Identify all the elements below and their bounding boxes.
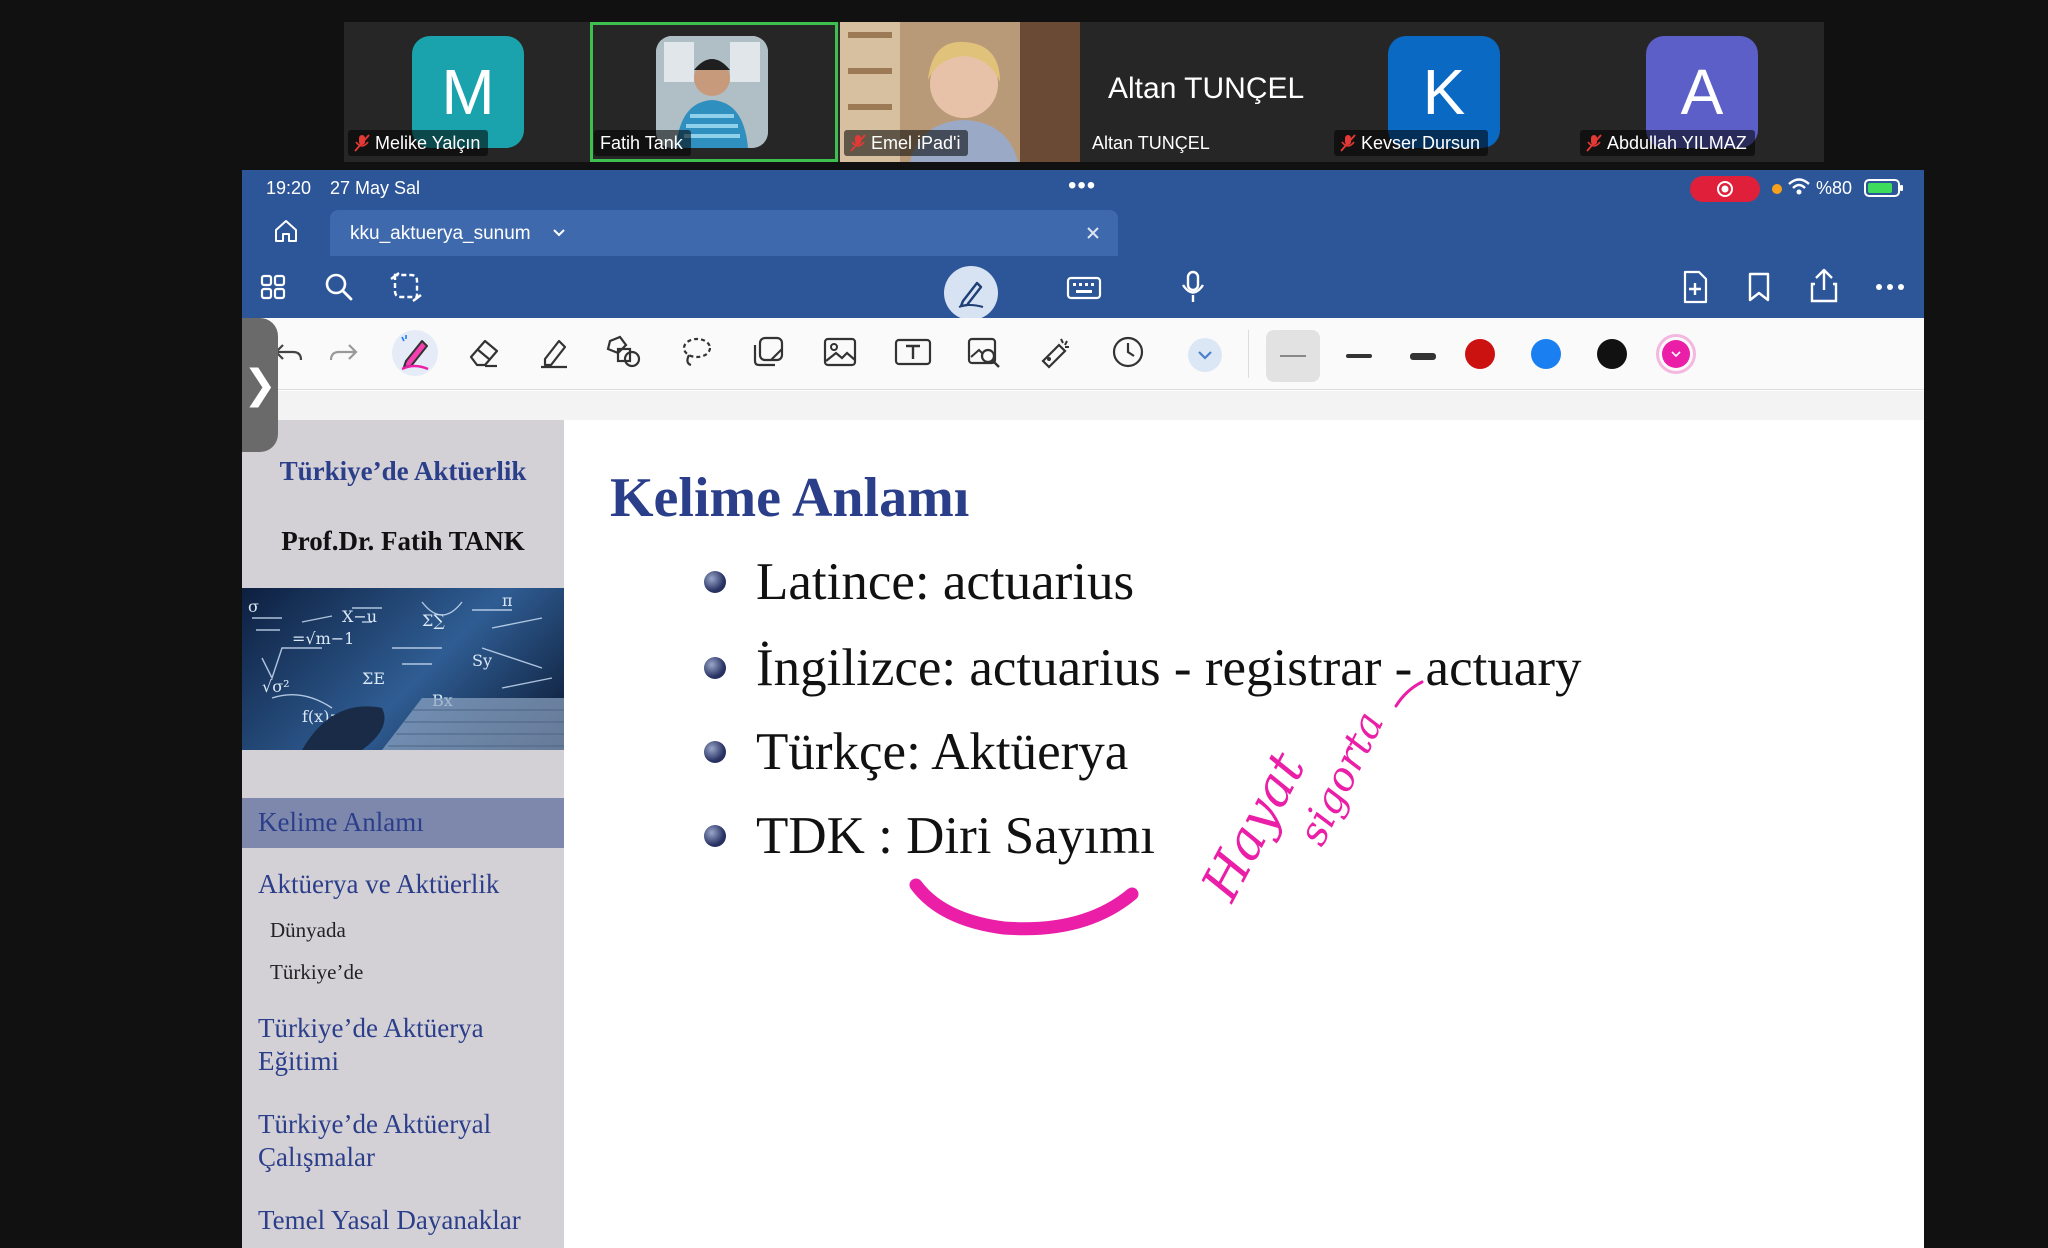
nav-aktuerya-ve-aktuerlik[interactable]: Aktüerya ve Aktüerlik [258,868,499,901]
grid-icon[interactable] [256,270,290,304]
slide-author: Prof.Dr. Fatih TANK [281,526,525,556]
image-search-icon[interactable] [964,332,1004,372]
multitask-dots-icon[interactable]: ••• [1068,172,1096,200]
lasso-icon[interactable] [388,270,424,304]
slide-sidebar-image: σX−uΣ∑ π=√m−1Sy √σ²ΣEf(x)=Σ Bx [242,588,564,750]
toolbar-expand-button[interactable] [1188,338,1222,372]
slide-content: Kelime Anlamı Latince: actuarius İngiliz… [564,420,1924,1248]
participant-tile-emel[interactable]: Emel iPad'i [840,22,1080,162]
stroke-thin-button[interactable] [1266,330,1320,382]
stroke-thick-button[interactable] [1396,330,1450,382]
svg-text:σ: σ [248,597,259,616]
participant-name-tag: Emel iPad'i [844,130,969,156]
eraser-icon[interactable] [464,332,504,372]
participant-tile-fatih[interactable]: Fatih Tank [590,22,838,162]
bookmark-icon[interactable] [1744,268,1774,306]
search-icon[interactable] [322,270,356,304]
shared-screen: 19:20 27 May Sal ••• %80 kku_aktuerya_su… [242,170,1924,1248]
participant-name-tag: Abdullah YILMAZ [1580,130,1755,156]
nav-kelime-anlami[interactable]: Kelime Anlamı [258,806,424,839]
laser-pointer-icon[interactable] [1036,332,1076,372]
participant-name-tag: Kevser Dursun [1334,130,1489,156]
home-icon[interactable] [270,216,302,246]
more-icon[interactable] [1872,272,1908,302]
svg-text:Sy: Sy [472,651,492,670]
ink-strike [1394,680,1424,708]
chevron-down-icon [1671,350,1681,357]
status-time: 19:20 [266,177,312,198]
drawing-toolbar [242,318,1924,390]
slide-sidebar-title: Türkiye’de Aktüerlik [279,456,527,486]
color-magenta-swatch[interactable] [1656,334,1696,374]
toolbar-divider [1248,330,1249,378]
mic-muted-icon [850,134,866,152]
pen-tool-icon[interactable] [392,330,438,376]
microphone-icon[interactable] [1176,268,1210,306]
keyboard-icon[interactable] [1064,272,1104,304]
status-date: 27 May Sal [330,177,421,198]
svg-text:=√m−1: =√m−1 [292,629,354,648]
nav-turkiyede[interactable]: Türkiye’de [270,960,363,985]
chevron-down-icon[interactable] [552,228,566,238]
clock-icon[interactable] [1108,332,1148,372]
color-black-swatch[interactable] [1594,336,1630,372]
participant-name-tag: Melike Yalçın [348,130,489,156]
nav-dunyada[interactable]: Dünyada [270,918,346,943]
battery-icon [1864,179,1903,197]
svg-text:X−u: X−u [342,607,377,626]
pen-mode-icon[interactable] [944,266,998,320]
participant-name-tag: Fatih Tank [594,130,691,156]
participant-big-name: Altan TUNÇEL [1108,72,1305,105]
participant-tile-kevser[interactable]: K Kevser Dursun [1324,22,1564,162]
mic-muted-icon [1340,134,1356,152]
svg-text:ΣE: ΣE [362,669,385,688]
battery-percent: %80 [1816,177,1853,198]
text-box-icon[interactable] [892,332,934,372]
participant-tile-melike[interactable]: M Melike Yalçın [344,22,588,162]
highlighter-icon[interactable] [534,332,574,372]
slide-sidebar: Türkiye’de Aktüerlik Prof.Dr. Fatih TANK… [242,420,564,1248]
record-icon [1717,181,1733,197]
nav-temel-yasal-dayanaklar[interactable]: Temel Yasal Dayanaklar [258,1204,521,1237]
color-blue-swatch[interactable] [1528,336,1564,372]
sidebar-toggle-handle[interactable]: ❯ [242,318,278,452]
lasso-select-icon[interactable] [676,332,716,372]
svg-text:√σ²: √σ² [262,677,290,696]
color-red-swatch[interactable] [1462,336,1498,372]
nav-aktueryal-calismalar[interactable]: Türkiye’de Aktüeryal Çalışmalar [258,1108,528,1174]
share-icon[interactable] [1806,266,1842,306]
shapes-icon[interactable] [604,332,644,372]
tab-document[interactable]: kku_aktuerya_sunum [330,210,1118,256]
sticker-icon[interactable] [748,332,788,372]
image-icon[interactable] [820,332,860,372]
ink-annotation-layer: Hayat sigorta [909,680,1424,936]
nav-aktuerya-egitimi[interactable]: Türkiye’de Aktüerya Eğitimi [258,1012,528,1078]
mic-muted-icon [354,134,370,152]
svg-text:π: π [502,591,513,610]
participant-name-tag: Altan TUNÇEL [1092,132,1210,153]
ink-underline [909,878,1139,936]
mic-muted-icon [1586,134,1602,152]
redo-icon[interactable] [328,336,360,370]
participant-tile-altan[interactable]: Altan TUNÇEL Altan TUNÇEL [1082,22,1322,162]
tab-title: kku_aktuerya_sunum [350,223,531,244]
chevron-right-icon: ❯ [243,363,277,407]
top-toolbar [242,256,1924,320]
participant-strip: M Melike Yalçın Fatih Tank Emel iPad'i A… [344,22,1824,162]
participant-tile-abdullah[interactable]: A Abdullah YILMAZ [1566,22,1824,162]
screen-record-indicator[interactable] [1690,176,1760,202]
wifi-icon [1788,178,1810,195]
stroke-medium-button[interactable] [1332,330,1386,382]
close-icon[interactable] [1086,226,1100,240]
mic-indicator-dot [1772,184,1782,194]
tab-bar: kku_aktuerya_sunum [242,206,1924,256]
add-page-icon[interactable] [1678,268,1712,306]
status-bar: 19:20 27 May Sal ••• %80 [242,170,1924,206]
svg-text:Σ∑: Σ∑ [422,611,445,630]
